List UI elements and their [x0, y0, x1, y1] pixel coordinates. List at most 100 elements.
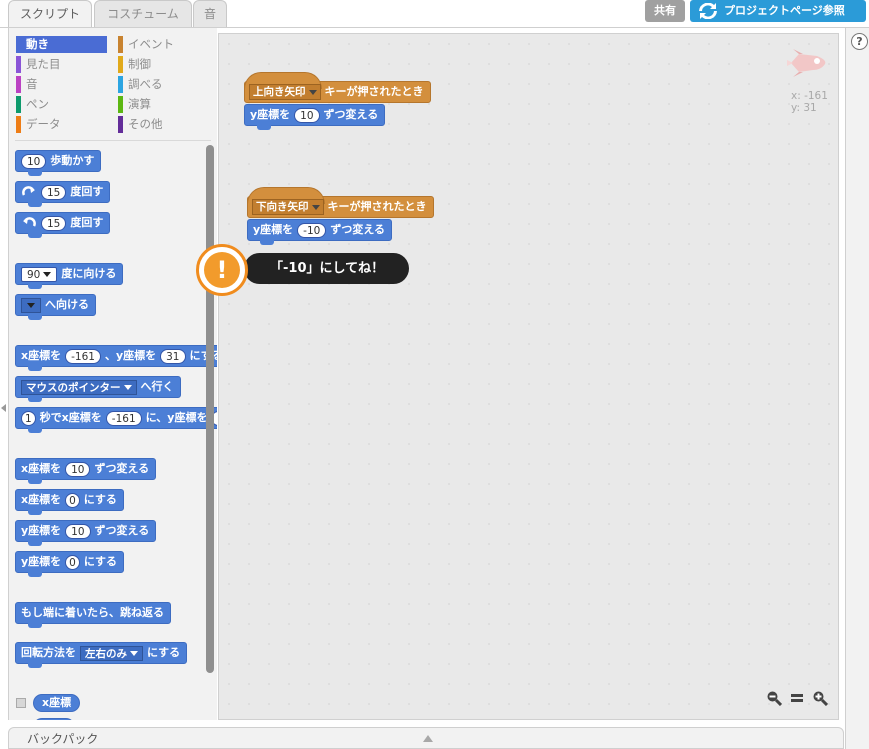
reporter-y-position[interactable]	[33, 718, 75, 720]
category-label: イベント	[128, 37, 174, 51]
zoom-reset-icon[interactable]	[788, 690, 806, 708]
block-point-in-direction[interactable]: 90 度に向ける	[15, 263, 124, 289]
block-text: にする	[83, 555, 117, 568]
help-button[interactable]: ?	[851, 33, 868, 50]
block-text: 秒でx座標を	[39, 411, 102, 424]
block-text: へ向ける	[45, 298, 89, 311]
x-input[interactable]: 0	[65, 492, 80, 508]
block-text: y座標を	[21, 524, 62, 537]
block-bounce[interactable]: もし端に着いたら、跳ね返る	[15, 602, 171, 628]
block-text: 、y座標を	[104, 349, 157, 362]
block-turn-left[interactable]: 15 度回す	[15, 212, 111, 238]
key-dropdown[interactable]: 上向き矢印	[249, 84, 321, 100]
block-text: にする	[83, 493, 117, 506]
tab-sounds[interactable]: 音	[193, 0, 227, 28]
rotate-counterclockwise-icon	[21, 215, 37, 231]
hat-block-key-pressed[interactable]: 下向き矢印 キーが押されたとき	[247, 187, 434, 218]
hat-block-key-pressed[interactable]: 上向き矢印 キーが押されたとき	[244, 72, 431, 103]
target-dropdown[interactable]	[21, 297, 41, 313]
sprite-x: x: -161	[791, 90, 828, 102]
degrees-input[interactable]: 15	[41, 184, 67, 200]
category-events[interactable]: イベント	[118, 36, 209, 53]
block-text: 歩動かす	[50, 154, 95, 167]
category-more[interactable]: その他	[118, 116, 209, 133]
backpack-label: バックパック	[27, 732, 99, 746]
y-change-input[interactable]: 10	[65, 523, 91, 539]
block-palette: 動き 見た目 音 ペン データ イベント 制御 調べる 演算 その他 10 歩動…	[8, 28, 217, 720]
project-page-label: プロジェクトページ参照	[724, 4, 845, 17]
direction-input[interactable]: 90	[21, 266, 58, 282]
chevron-up-icon[interactable]	[423, 735, 433, 742]
category-label: 動き	[26, 37, 49, 51]
tab-scripts[interactable]: スクリプト	[8, 0, 92, 29]
x-input[interactable]: -161	[105, 410, 142, 426]
x-change-input[interactable]: 10	[65, 461, 91, 477]
tab-costumes[interactable]: コスチューム	[94, 0, 192, 28]
block-change-y[interactable]: y座標を 10 ずつ変える	[15, 520, 157, 546]
reporter-x-position[interactable]: x座標	[33, 694, 81, 712]
block-glide[interactable]: 1 秒でx座標を -161 に、y座標を	[15, 407, 217, 433]
chevron-down-icon	[130, 651, 138, 656]
palette-scrollbar[interactable]	[206, 145, 214, 673]
y-change-input[interactable]: -10	[297, 222, 327, 238]
block-change-x[interactable]: x座標を 10 ずつ変える	[15, 458, 157, 484]
collapse-left-icon[interactable]	[1, 404, 6, 412]
block-goto-xy[interactable]: x座標を -161 、y座標を 31 にする	[15, 345, 217, 371]
category-sensing[interactable]: 調べる	[118, 76, 209, 93]
category-swatch	[16, 56, 21, 73]
category-divider	[15, 140, 211, 141]
backpack-bar[interactable]: バックパック	[8, 727, 844, 749]
block-text: へ行く	[140, 380, 174, 393]
sprite-y: y: 31	[791, 102, 817, 114]
block-point-towards[interactable]: へ向ける	[15, 294, 96, 320]
block-text: キーが押されたとき	[324, 85, 424, 98]
y-input[interactable]: 0	[65, 554, 80, 570]
block-move-steps[interactable]: 10 歩動かす	[15, 150, 102, 176]
category-swatch	[118, 76, 123, 93]
chevron-down-icon	[308, 89, 317, 95]
block-text: 度回す	[70, 216, 104, 229]
category-motion[interactable]: 動き	[16, 36, 107, 53]
script-area[interactable]: x: -161 y: 31 上向き矢印 キーが押されたとき y座標を 10 ずつ…	[218, 33, 839, 720]
block-text: キーが押されたとき	[327, 200, 427, 213]
category-looks[interactable]: 見た目	[16, 56, 107, 73]
block-change-y[interactable]: y座標を -10 ずつ変える	[247, 219, 392, 245]
rotation-style-dropdown[interactable]: 左右のみ	[80, 645, 143, 661]
block-text: y座標を	[250, 108, 291, 121]
block-change-y[interactable]: y座標を 10 ずつ変える	[244, 104, 386, 130]
chevron-down-icon	[123, 385, 132, 390]
zoom-in-icon[interactable]	[811, 690, 829, 708]
category-swatch	[16, 116, 21, 133]
category-control[interactable]: 制御	[118, 56, 209, 73]
warning-icon-glyph: !	[204, 252, 240, 288]
category-data[interactable]: データ	[16, 116, 107, 133]
block-set-y[interactable]: y座標を 0 にする	[15, 551, 124, 577]
block-text: ずつ変える	[94, 524, 150, 537]
y-change-input[interactable]: 10	[294, 107, 320, 123]
steps-input[interactable]: 10	[21, 153, 47, 169]
block-turn-right[interactable]: 15 度回す	[15, 181, 111, 207]
goto-target-dropdown[interactable]: マウスのポインター	[21, 379, 137, 395]
degrees-input[interactable]: 15	[41, 215, 67, 231]
block-rotation-style[interactable]: 回転方法を 左右のみ にする	[15, 642, 188, 668]
category-swatch	[118, 96, 123, 113]
zoom-out-icon[interactable]	[765, 690, 783, 708]
block-text: に、y座標を	[145, 411, 208, 424]
key-dropdown[interactable]: 下向き矢印	[252, 199, 324, 215]
category-operators[interactable]: 演算	[118, 96, 209, 113]
category-pen[interactable]: ペン	[16, 96, 107, 113]
seconds-input[interactable]: 1	[21, 410, 36, 426]
share-button[interactable]: 共有	[645, 0, 685, 22]
x-input[interactable]: -161	[65, 348, 101, 364]
block-text: ずつ変える	[330, 223, 385, 236]
category-sound[interactable]: 音	[16, 76, 107, 93]
block-set-x[interactable]: x座標を 0 にする	[15, 489, 124, 515]
x-position-checkbox[interactable]	[16, 698, 26, 708]
block-goto[interactable]: マウスのポインター へ行く	[15, 376, 181, 402]
project-page-button[interactable]: プロジェクトページ参照	[690, 0, 866, 22]
y-input[interactable]: 31	[160, 348, 186, 364]
category-label: 演算	[128, 97, 151, 111]
block-text: x座標を	[21, 349, 62, 362]
chevron-down-icon	[311, 204, 320, 210]
sprite-thumbnail	[787, 48, 829, 82]
